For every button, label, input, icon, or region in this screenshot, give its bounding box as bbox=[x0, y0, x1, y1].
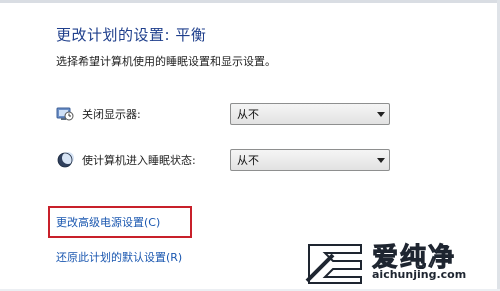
page-description: 选择希望计算机使用的睡眠设置和显示设置。 bbox=[56, 55, 276, 68]
sleep-row: 使计算机进入睡眠状态: bbox=[56, 149, 196, 171]
chevron-down-icon bbox=[373, 157, 389, 163]
top-border bbox=[0, 0, 500, 3]
display-off-select[interactable]: 从不 bbox=[230, 103, 390, 125]
sleep-select[interactable]: 从不 bbox=[230, 149, 390, 171]
power-plan-settings-window: 更改计划的设置: 平衡 选择希望计算机使用的睡眠设置和显示设置。 关闭显示器: … bbox=[0, 0, 500, 291]
monitor-clock-icon bbox=[56, 105, 74, 123]
moon-sleep-icon bbox=[56, 151, 74, 169]
restore-defaults-link[interactable]: 还原此计划的默认设置(R) bbox=[56, 249, 182, 265]
watermark-url: aichunjing.com bbox=[372, 268, 467, 281]
display-off-value: 从不 bbox=[237, 108, 259, 121]
display-off-row: 关闭显示器: bbox=[56, 103, 141, 125]
advanced-power-settings-link[interactable]: 更改高级电源设置(C) bbox=[56, 214, 160, 230]
display-off-label: 关闭显示器: bbox=[82, 108, 141, 121]
chevron-down-icon bbox=[373, 111, 389, 117]
sleep-value: 从不 bbox=[237, 154, 259, 167]
page-title: 更改计划的设置: 平衡 bbox=[56, 26, 207, 44]
watermark-logo bbox=[303, 237, 367, 287]
sleep-label: 使计算机进入睡眠状态: bbox=[82, 154, 196, 167]
